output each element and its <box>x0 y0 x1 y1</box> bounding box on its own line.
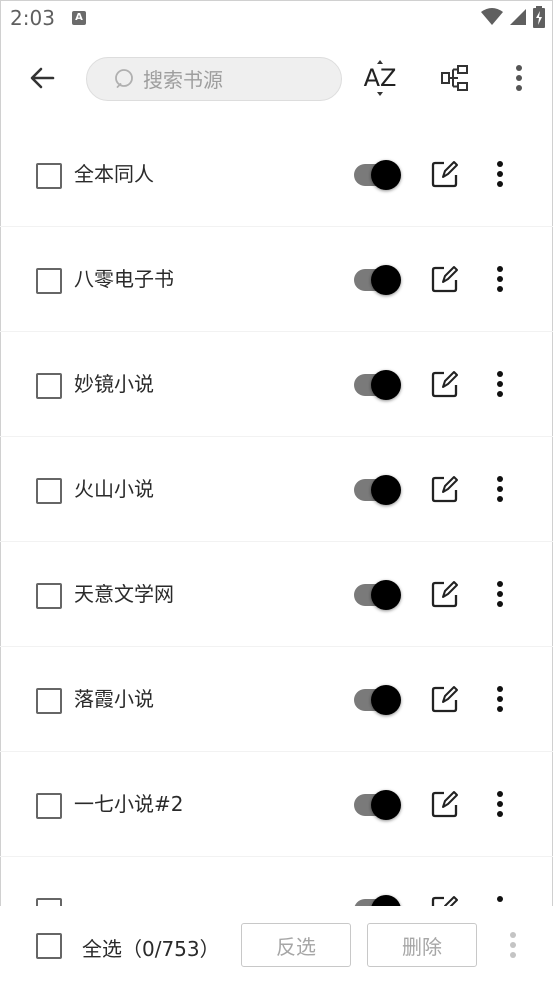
search-input[interactable] <box>141 64 335 96</box>
edit-button[interactable] <box>430 474 460 504</box>
row-more-button[interactable] <box>485 579 515 609</box>
edit-icon <box>431 791 458 818</box>
edit-icon <box>431 266 458 293</box>
edit-button[interactable] <box>430 894 460 906</box>
delete-button[interactable]: 删除 <box>367 923 477 967</box>
arrow-left-icon <box>30 67 55 89</box>
edit-button[interactable] <box>430 369 460 399</box>
group-tree-icon <box>441 65 468 91</box>
more-vert-icon <box>497 476 503 502</box>
edit-button[interactable] <box>430 264 460 294</box>
row-checkbox[interactable] <box>36 268 62 294</box>
status-bar: 2:03 A <box>0 0 553 38</box>
edit-button[interactable] <box>430 579 460 609</box>
toolbar-more-button[interactable] <box>491 50 547 106</box>
more-vert-icon <box>497 581 503 607</box>
source-name: 火山小说 <box>74 477 154 501</box>
more-vert-icon <box>497 161 503 187</box>
edit-button[interactable] <box>430 684 460 714</box>
row-more-button[interactable] <box>485 684 515 714</box>
sort-arrows-icon <box>377 60 383 96</box>
edit-icon <box>431 371 458 398</box>
source-name: 妙镜小说 <box>74 372 154 396</box>
more-vert-icon <box>497 686 503 712</box>
edit-icon <box>431 581 458 608</box>
list-item[interactable]: 落霞小说 <box>0 647 553 752</box>
group-button[interactable] <box>427 50 483 106</box>
signal-icon <box>510 9 526 25</box>
more-vert-icon <box>516 65 522 91</box>
row-checkbox[interactable] <box>36 583 62 609</box>
source-name: 全本同人 <box>74 162 154 186</box>
list-item[interactable]: 八零电子书 <box>0 227 553 332</box>
row-more-button[interactable] <box>485 159 515 189</box>
status-time: 2:03 <box>10 6 55 30</box>
bottom-more-button[interactable] <box>498 930 528 960</box>
row-checkbox[interactable] <box>36 478 62 504</box>
select-all-label[interactable]: 全选（0/753） <box>82 933 220 962</box>
list-item[interactable] <box>0 857 553 906</box>
select-all-checkbox[interactable] <box>36 933 62 959</box>
enable-switch[interactable] <box>354 160 404 190</box>
edit-icon <box>431 896 458 906</box>
row-checkbox[interactable] <box>36 163 62 189</box>
row-more-button[interactable] <box>485 894 515 906</box>
more-vert-icon <box>497 266 503 292</box>
more-vert-icon <box>497 791 503 817</box>
list-item[interactable]: 天意文学网 <box>0 542 553 647</box>
search-box[interactable] <box>86 57 342 101</box>
list-item[interactable]: 全本同人 <box>0 122 553 227</box>
sort-button[interactable]: AZ <box>352 50 408 106</box>
battery-charging-icon <box>533 6 545 28</box>
list-item[interactable]: 火山小说 <box>0 437 553 542</box>
edit-button[interactable] <box>430 789 460 819</box>
list-item[interactable]: 妙镜小说 <box>0 332 553 437</box>
source-name: 一七小说#2 <box>74 792 184 816</box>
edit-icon <box>431 476 458 503</box>
more-vert-icon <box>497 896 503 902</box>
invert-selection-button[interactable]: 反选 <box>241 923 351 967</box>
list-item[interactable]: 一七小说#2 <box>0 752 553 857</box>
enable-switch[interactable] <box>354 685 404 715</box>
row-checkbox[interactable] <box>36 898 62 906</box>
source-name: 八零电子书 <box>74 267 174 291</box>
enable-switch[interactable] <box>354 370 404 400</box>
enable-switch[interactable] <box>354 895 404 906</box>
edit-icon <box>431 686 458 713</box>
row-more-button[interactable] <box>485 789 515 819</box>
notification-icon: A <box>72 11 86 25</box>
row-more-button[interactable] <box>485 264 515 294</box>
row-more-button[interactable] <box>485 474 515 504</box>
enable-switch[interactable] <box>354 790 404 820</box>
source-name: 天意文学网 <box>74 582 174 606</box>
wifi-icon <box>481 8 503 25</box>
source-list[interactable]: 全本同人 八零电子书 妙镜小说 火山小说 天意文学网 落霞小说 一七小说#2 <box>0 122 553 906</box>
edit-button[interactable] <box>430 159 460 189</box>
toolbar: AZ <box>0 38 553 122</box>
more-vert-icon <box>497 371 503 397</box>
back-button[interactable] <box>14 50 70 106</box>
enable-switch[interactable] <box>354 580 404 610</box>
row-checkbox[interactable] <box>36 793 62 819</box>
search-icon <box>113 67 137 95</box>
row-more-button[interactable] <box>485 369 515 399</box>
enable-switch[interactable] <box>354 475 404 505</box>
edit-icon <box>431 161 458 188</box>
source-name: 落霞小说 <box>74 687 154 711</box>
row-checkbox[interactable] <box>36 688 62 714</box>
enable-switch[interactable] <box>354 265 404 295</box>
bottom-action-bar: 全选（0/753） 反选 删除 <box>0 906 553 984</box>
status-icons <box>481 6 545 28</box>
row-checkbox[interactable] <box>36 373 62 399</box>
more-vert-icon <box>510 932 516 958</box>
